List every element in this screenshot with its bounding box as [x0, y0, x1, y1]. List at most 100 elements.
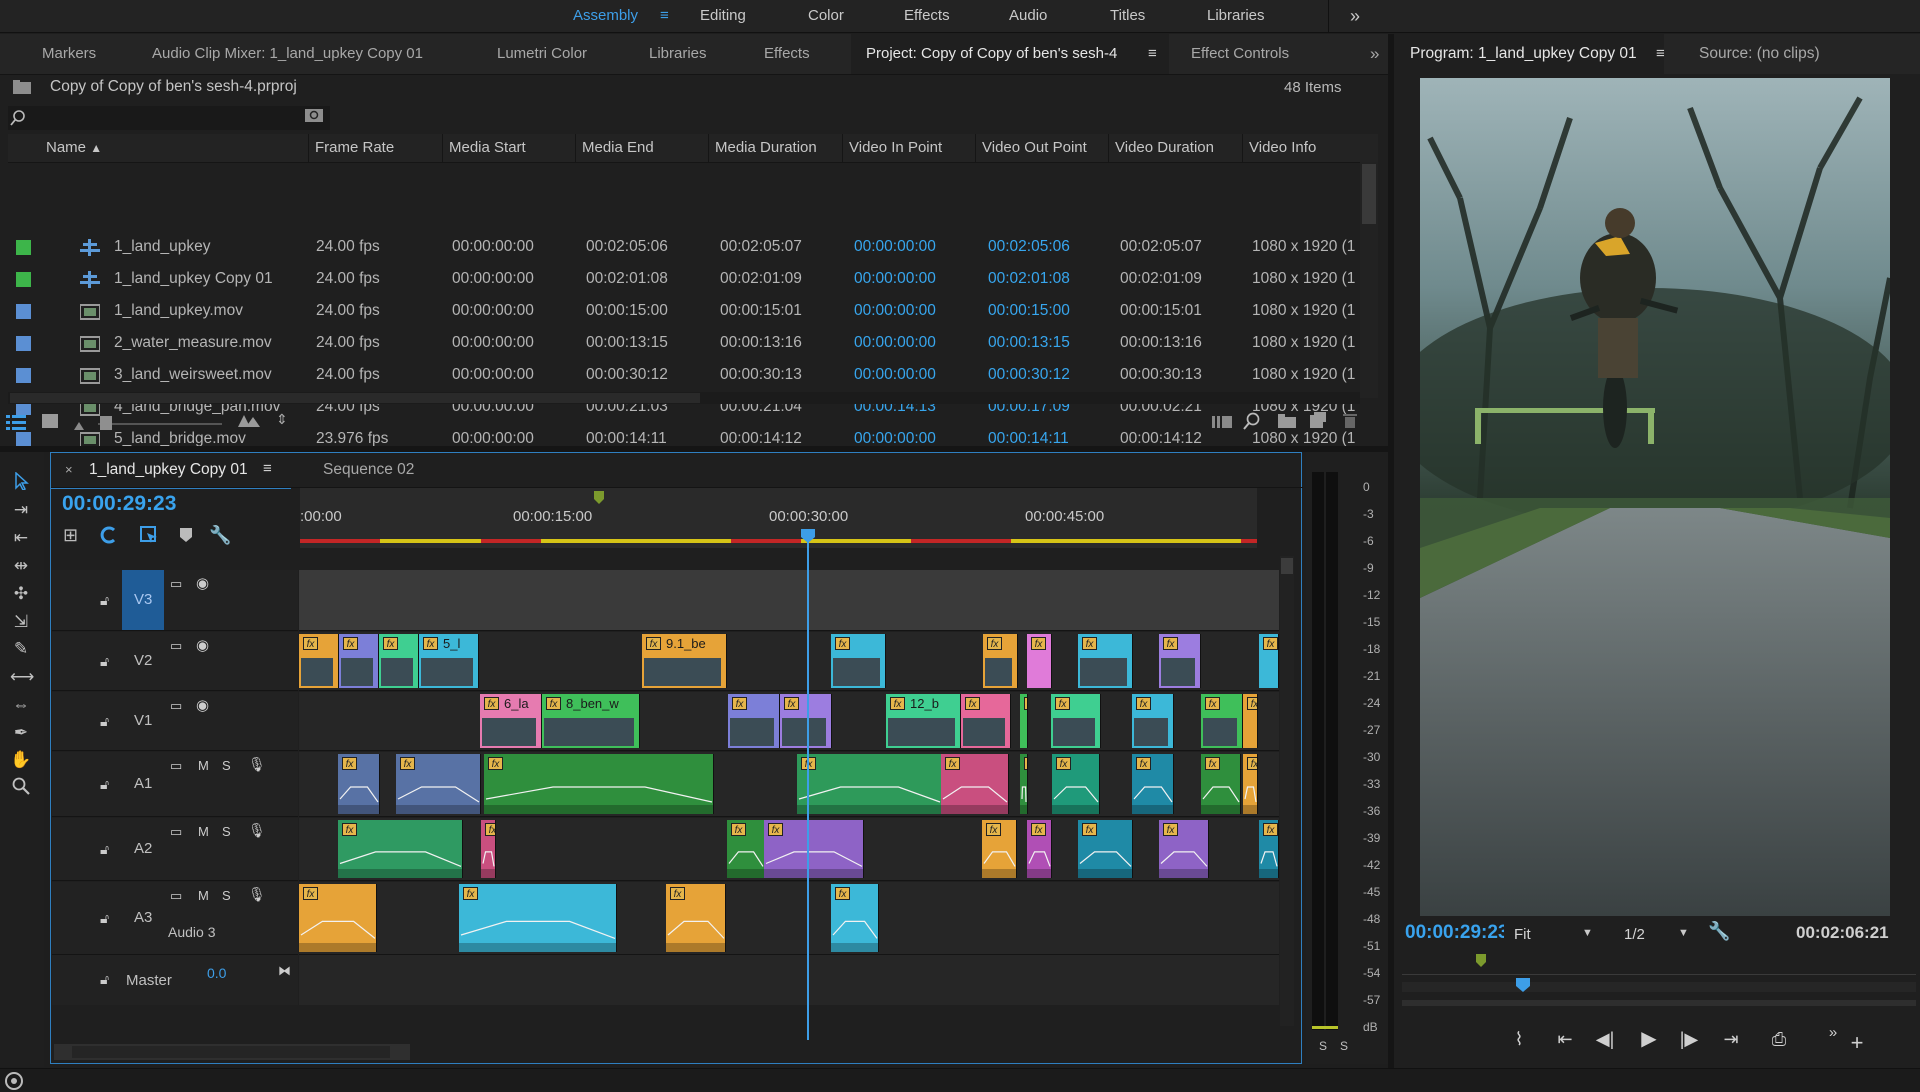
solo-button[interactable]: S	[222, 824, 231, 839]
timeline-audio-clip[interactable]: fx	[338, 754, 380, 814]
label-color-swatch[interactable]	[16, 272, 31, 287]
timeline-video-clip[interactable]: fx	[299, 634, 339, 688]
sort-icon[interactable]: ⇕	[276, 411, 288, 428]
workspace-overflow-icon[interactable]: »	[1350, 0, 1360, 32]
timeline-video-clip[interactable]: fx 6_la	[480, 694, 542, 748]
tab-audio-clip-mixer[interactable]: Audio Clip Mixer: 1_land_upkey Copy 01	[152, 34, 423, 74]
timeline-audio-clip[interactable]: fx	[764, 820, 864, 878]
timeline-audio-clip[interactable]: fx	[1132, 754, 1174, 814]
timeline-audio-clip[interactable]: fx	[831, 884, 879, 952]
workspace-titles[interactable]: Titles	[1110, 0, 1145, 32]
item-name[interactable]: 1_land_upkey.mov	[114, 295, 304, 327]
zoom-slider-track[interactable]	[98, 423, 222, 425]
toggle-sync-lock-icon[interactable]: ▭	[170, 698, 182, 714]
program-video-frame[interactable]	[1420, 78, 1890, 916]
new-search-bin-icon[interactable]	[304, 106, 324, 124]
rolling-edit-tool-icon[interactable]: ⇹	[10, 555, 32, 577]
timeline-video-clip[interactable]: fx 5_l	[419, 634, 479, 688]
workspace-effects[interactable]: Effects	[904, 0, 950, 32]
add-marker-icon[interactable]	[139, 525, 159, 545]
timeline-audio-clip[interactable]: fx	[1259, 820, 1279, 878]
timeline-video-clip[interactable]: fx	[1132, 694, 1174, 748]
toggle-sync-lock-icon[interactable]: ▭	[170, 824, 182, 840]
pen-tool-icon[interactable]: ⇔	[10, 694, 32, 716]
eye-icon[interactable]: ◉	[196, 574, 209, 592]
timeline-audio-clip[interactable]: fx	[941, 754, 1009, 814]
mini-timeline-track[interactable]	[1402, 974, 1916, 975]
col-media-duration[interactable]: Media Duration	[708, 134, 842, 162]
timeline-video-clip[interactable]: fx	[1020, 694, 1028, 748]
program-tab-menu-icon[interactable]: ≡	[1656, 45, 1665, 62]
timeline-video-clip[interactable]: fx	[780, 694, 832, 748]
project-search-input[interactable]	[8, 106, 330, 130]
tab-libraries[interactable]: Libraries	[649, 34, 707, 74]
creative-cloud-icon[interactable]	[4, 1071, 24, 1091]
program-settings-wrench-icon[interactable]: 🔧	[1708, 921, 1730, 942]
add-button-icon[interactable]: +	[1842, 1028, 1872, 1058]
timeline-vscroll[interactable]	[1280, 556, 1294, 1026]
timeline-video-clip[interactable]: fx	[1051, 694, 1101, 748]
timeline-video-clip[interactable]: fx	[339, 634, 379, 688]
find-icon[interactable]	[1243, 412, 1261, 430]
zoom-out-icon[interactable]	[74, 417, 84, 430]
item-name[interactable]: 1_land_upkey	[114, 231, 304, 263]
toggle-sync-lock-icon[interactable]: ▭	[170, 576, 182, 592]
timeline-video-clip[interactable]: fx	[961, 694, 1011, 748]
meter-solo-left[interactable]: S	[1319, 1039, 1327, 1053]
mini-playhead[interactable]	[1516, 978, 1530, 992]
eye-icon[interactable]: ◉	[196, 636, 209, 654]
track-id[interactable]: A2	[134, 840, 152, 857]
timeline-video-clip[interactable]: fx	[1201, 694, 1243, 748]
lock-icon[interactable]: 🔓︎	[100, 592, 109, 609]
toggle-sync-lock-icon[interactable]: ▭	[170, 758, 182, 774]
col-video-out[interactable]: Video Out Point	[975, 134, 1108, 162]
timeline-video-clip[interactable]: fx 8_ben_w	[542, 694, 640, 748]
go-to-out-icon[interactable]: ⇥	[1716, 1024, 1746, 1054]
program-tab-title[interactable]: Program: 1_land_upkey Copy 01	[1410, 45, 1637, 63]
program-timecode[interactable]: 00:00:29:23	[1405, 922, 1509, 944]
timeline-tab-menu-icon[interactable]: ≡	[263, 460, 272, 477]
col-frame-rate[interactable]: Frame Rate	[308, 134, 442, 162]
track-lane-v3[interactable]	[299, 570, 1279, 631]
table-row[interactable]: 3_land_weirsweet.mov 24.00 fps 00:00:00:00…	[8, 359, 1378, 391]
timeline-audio-clip[interactable]: fx	[727, 820, 765, 878]
timeline-timecode[interactable]: 00:00:29:23	[62, 492, 176, 516]
tab-effects[interactable]: Effects	[764, 34, 810, 74]
tab-menu-icon[interactable]: ≡	[1148, 34, 1157, 74]
mute-button[interactable]: M	[198, 888, 209, 903]
timeline-video-clip[interactable]: fx	[1078, 634, 1133, 688]
timeline-video-clip[interactable]: fx	[1243, 694, 1258, 748]
project-hscroll-thumb[interactable]	[10, 393, 700, 403]
timeline-audio-clip[interactable]: fx	[1078, 820, 1133, 878]
timeline-audio-clip[interactable]: fx	[982, 820, 1017, 878]
timeline-tab-sequence-02[interactable]: Sequence 02	[323, 461, 414, 479]
sequence-marker-icon[interactable]	[594, 491, 604, 505]
trash-icon[interactable]	[1343, 412, 1357, 428]
zoom-slider-handle[interactable]	[100, 416, 112, 430]
lock-icon[interactable]: 🔓︎	[100, 971, 109, 988]
track-id[interactable]: V3	[134, 591, 152, 608]
col-video-duration[interactable]: Video Duration	[1108, 134, 1242, 162]
timeline-video-clip[interactable]: fx	[1027, 634, 1052, 688]
mark-in-icon[interactable]: ⌇	[1504, 1024, 1534, 1054]
workspace-menu-icon[interactable]: ≡	[660, 0, 669, 32]
zoom-tool-icon[interactable]	[10, 777, 32, 799]
item-name[interactable]: 1_land_upkey Copy 01	[114, 263, 304, 295]
timeline-audio-clip[interactable]: fx	[459, 884, 617, 952]
resolution-dropdown[interactable]: 1/2 ▼	[1604, 920, 1694, 948]
mini-timeline-ticks[interactable]	[1402, 982, 1916, 992]
timeline-video-clip[interactable]: fx	[983, 634, 1018, 688]
track-id[interactable]: V1	[134, 712, 152, 729]
ripple-edit-tool-icon[interactable]: ⇤	[10, 527, 32, 549]
master-volume-value[interactable]: 0.0	[207, 965, 226, 981]
toggle-sync-lock-icon[interactable]: ▭	[170, 638, 182, 654]
snap-icon[interactable]: ⊞	[63, 525, 78, 546]
mic-icon[interactable]: 🎙︎	[248, 822, 266, 839]
razor-tool-icon[interactable]: ⇲	[10, 611, 32, 633]
timeline-audio-clip[interactable]: fx	[338, 820, 463, 878]
solo-button[interactable]: S	[222, 758, 231, 773]
timeline-video-clip[interactable]: fx	[1159, 634, 1201, 688]
playhead-line[interactable]	[807, 540, 809, 1040]
tab-overflow-icon[interactable]: »	[1370, 34, 1379, 74]
workspace-libraries[interactable]: Libraries	[1207, 0, 1265, 32]
